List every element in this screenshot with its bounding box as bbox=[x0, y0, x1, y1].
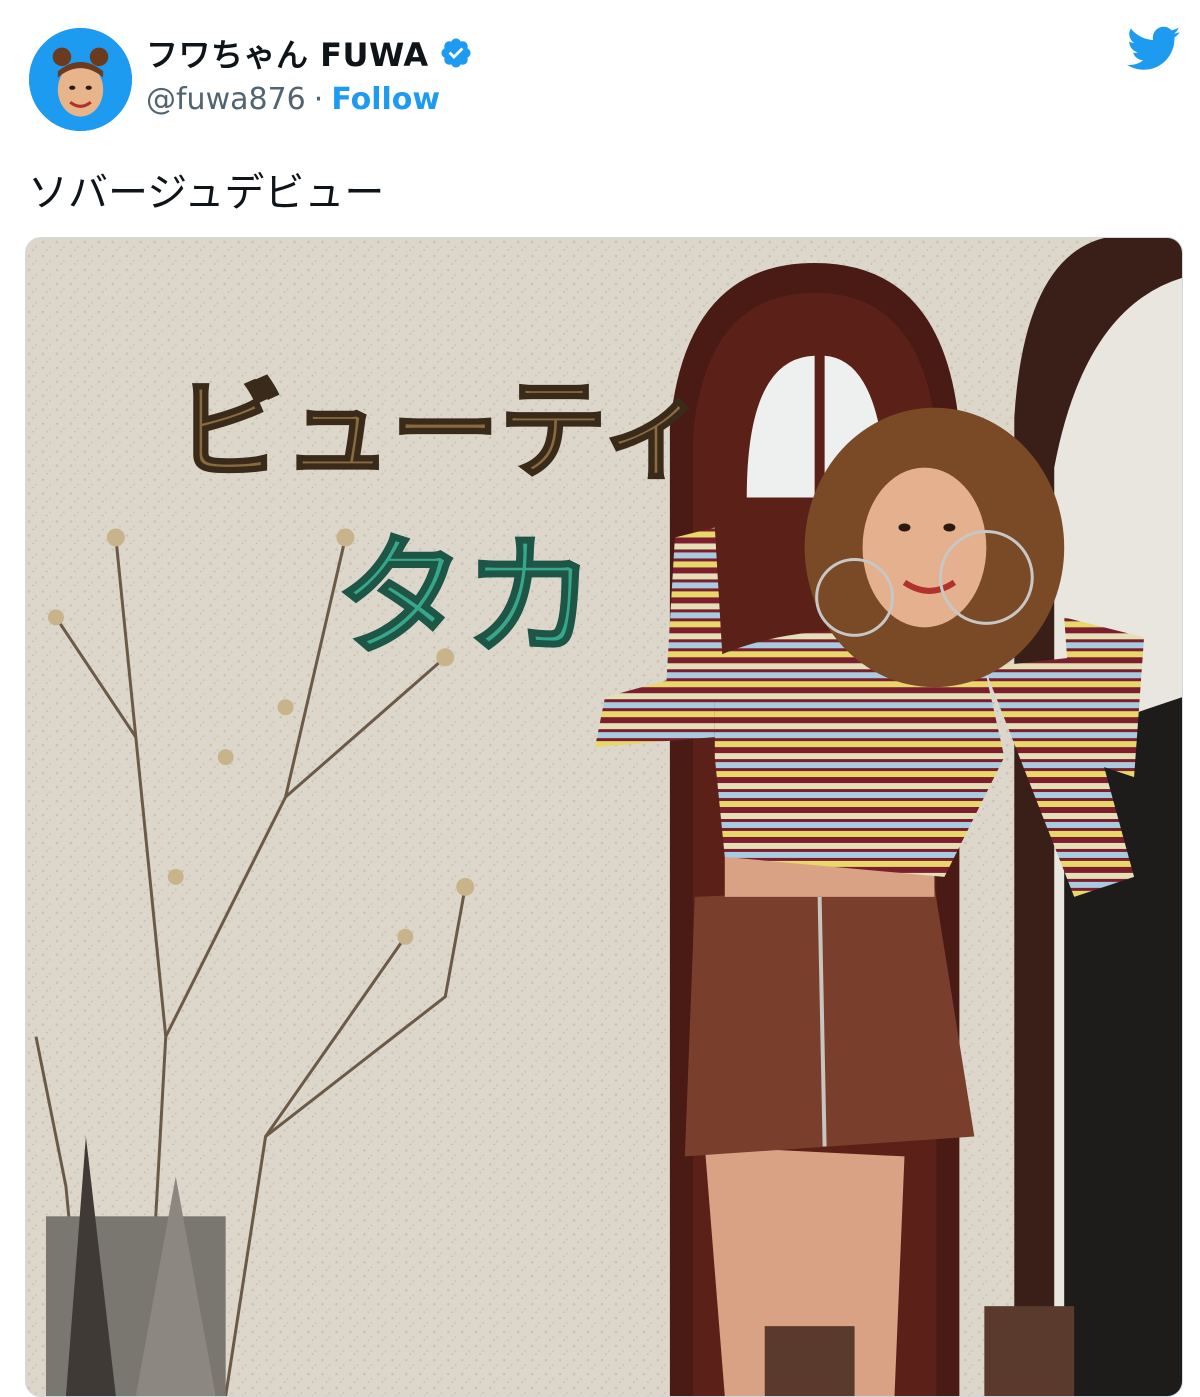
separator-dot: · bbox=[313, 82, 324, 117]
follow-button[interactable]: Follow bbox=[331, 82, 440, 117]
user-handle[interactable]: @fuwa876 bbox=[146, 82, 306, 117]
author-name-row: フワちゃん FUWA bbox=[146, 30, 473, 76]
sign-line-2: タカ bbox=[335, 522, 595, 673]
verified-badge-icon bbox=[439, 36, 473, 70]
sign-line-1: ビューティ bbox=[176, 369, 709, 494]
handle-row: @fuwa876 · Follow bbox=[146, 82, 440, 117]
tweet-photo[interactable]: ビューティ タカ bbox=[25, 237, 1183, 1397]
tweet-text: ソバージュデビュー bbox=[28, 170, 385, 216]
display-name[interactable]: フワちゃん FUWA bbox=[146, 30, 429, 76]
avatar[interactable] bbox=[29, 28, 132, 131]
twitter-bird-icon[interactable] bbox=[1127, 26, 1181, 72]
